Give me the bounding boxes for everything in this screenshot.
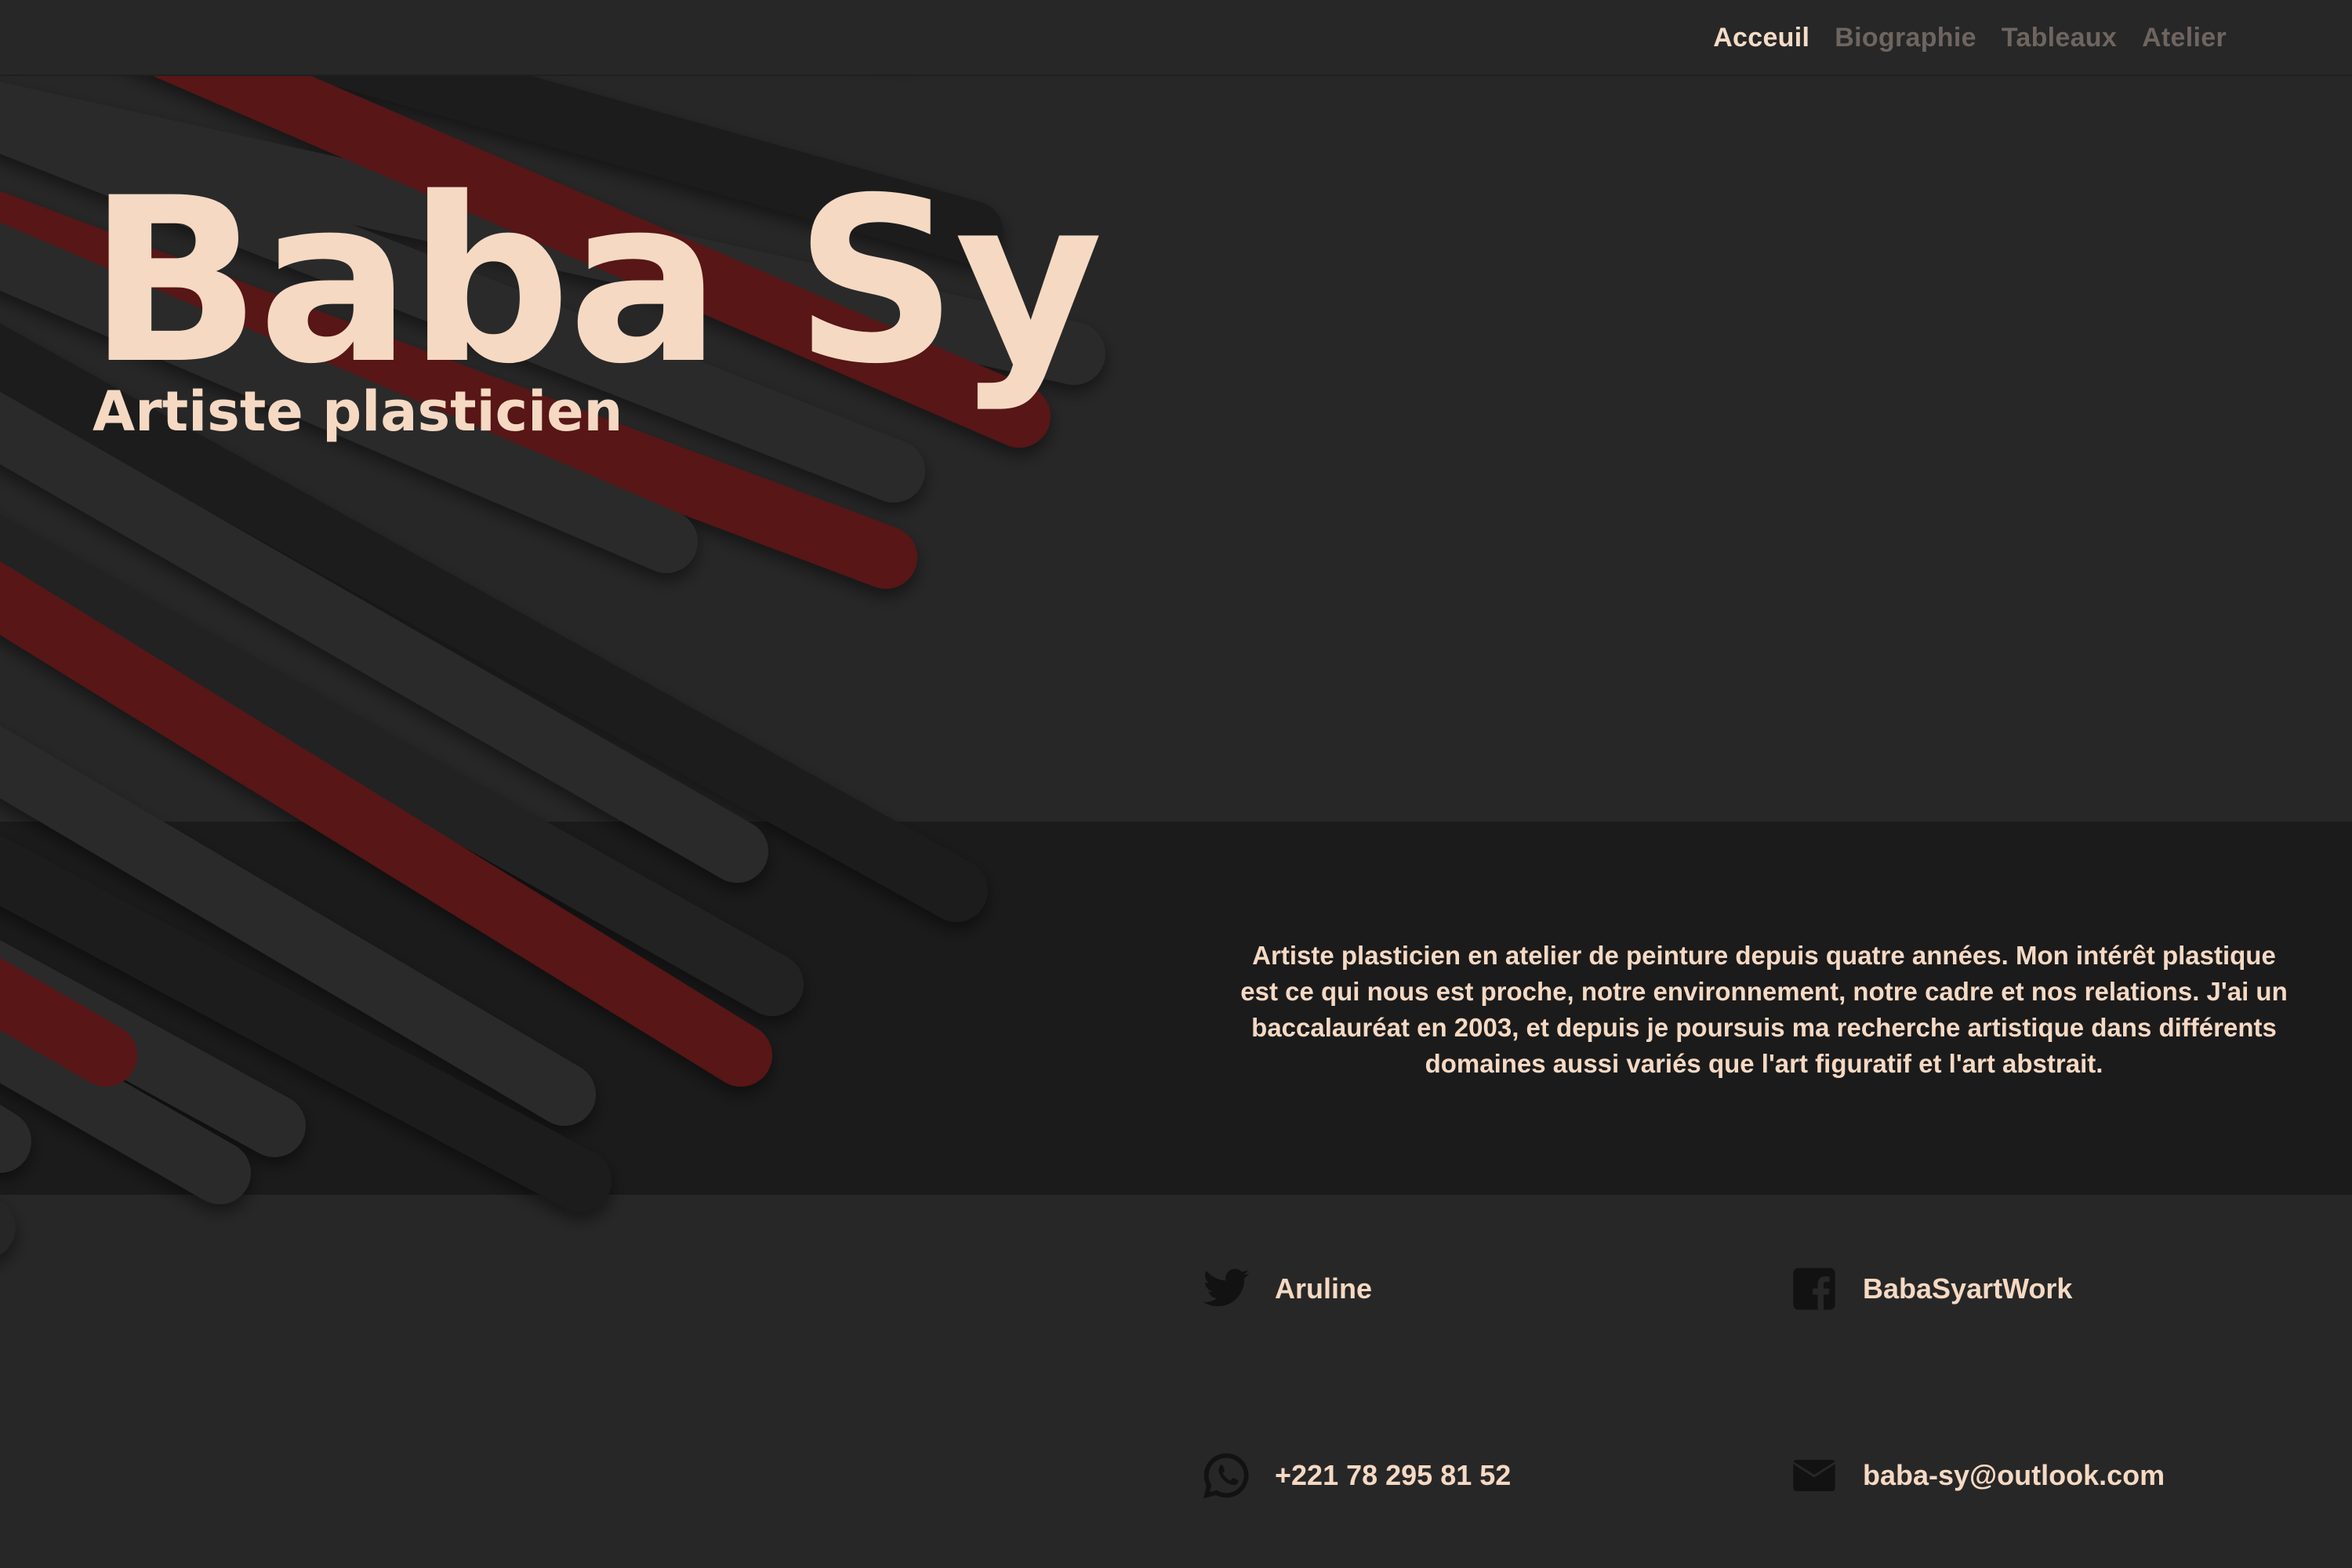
mail-icon bbox=[1789, 1450, 1839, 1501]
top-navigation-bar: Acceuil Biographie Tableaux Atelier bbox=[0, 0, 2352, 76]
artist-name-title: Baba Sy bbox=[88, 150, 1103, 414]
twitter-icon bbox=[1201, 1264, 1251, 1314]
contact-facebook[interactable]: BabaSyartWork bbox=[1789, 1264, 2072, 1314]
facebook-page: BabaSyartWork bbox=[1863, 1272, 2073, 1305]
nav-item-biographie[interactable]: Biographie bbox=[1835, 23, 1976, 53]
bio-text: Artiste plasticien en atelier de peintur… bbox=[1240, 941, 2288, 1078]
contact-whatsapp[interactable]: +221 78 295 81 52 bbox=[1201, 1450, 1511, 1501]
whatsapp-icon bbox=[1201, 1450, 1251, 1501]
whatsapp-number: +221 78 295 81 52 bbox=[1275, 1459, 1512, 1491]
contact-twitter[interactable]: Aruline bbox=[1201, 1264, 1372, 1314]
nav-item-tableaux[interactable]: Tableaux bbox=[2002, 23, 2117, 53]
nav-item-acceuil[interactable]: Acceuil bbox=[1713, 23, 1809, 53]
main-nav: Acceuil Biographie Tableaux Atelier bbox=[1713, 0, 2227, 76]
nav-item-atelier[interactable]: Atelier bbox=[2142, 23, 2227, 53]
page: Acceuil Biographie Tableaux Atelier Baba… bbox=[0, 0, 2352, 1568]
email-address: baba-sy@outlook.com bbox=[1863, 1459, 2165, 1491]
facebook-icon bbox=[1789, 1264, 1839, 1314]
contact-email[interactable]: baba-sy@outlook.com bbox=[1789, 1450, 2165, 1501]
artist-subtitle: Artiste plasticien bbox=[93, 379, 623, 444]
twitter-handle: Aruline bbox=[1275, 1272, 1373, 1305]
